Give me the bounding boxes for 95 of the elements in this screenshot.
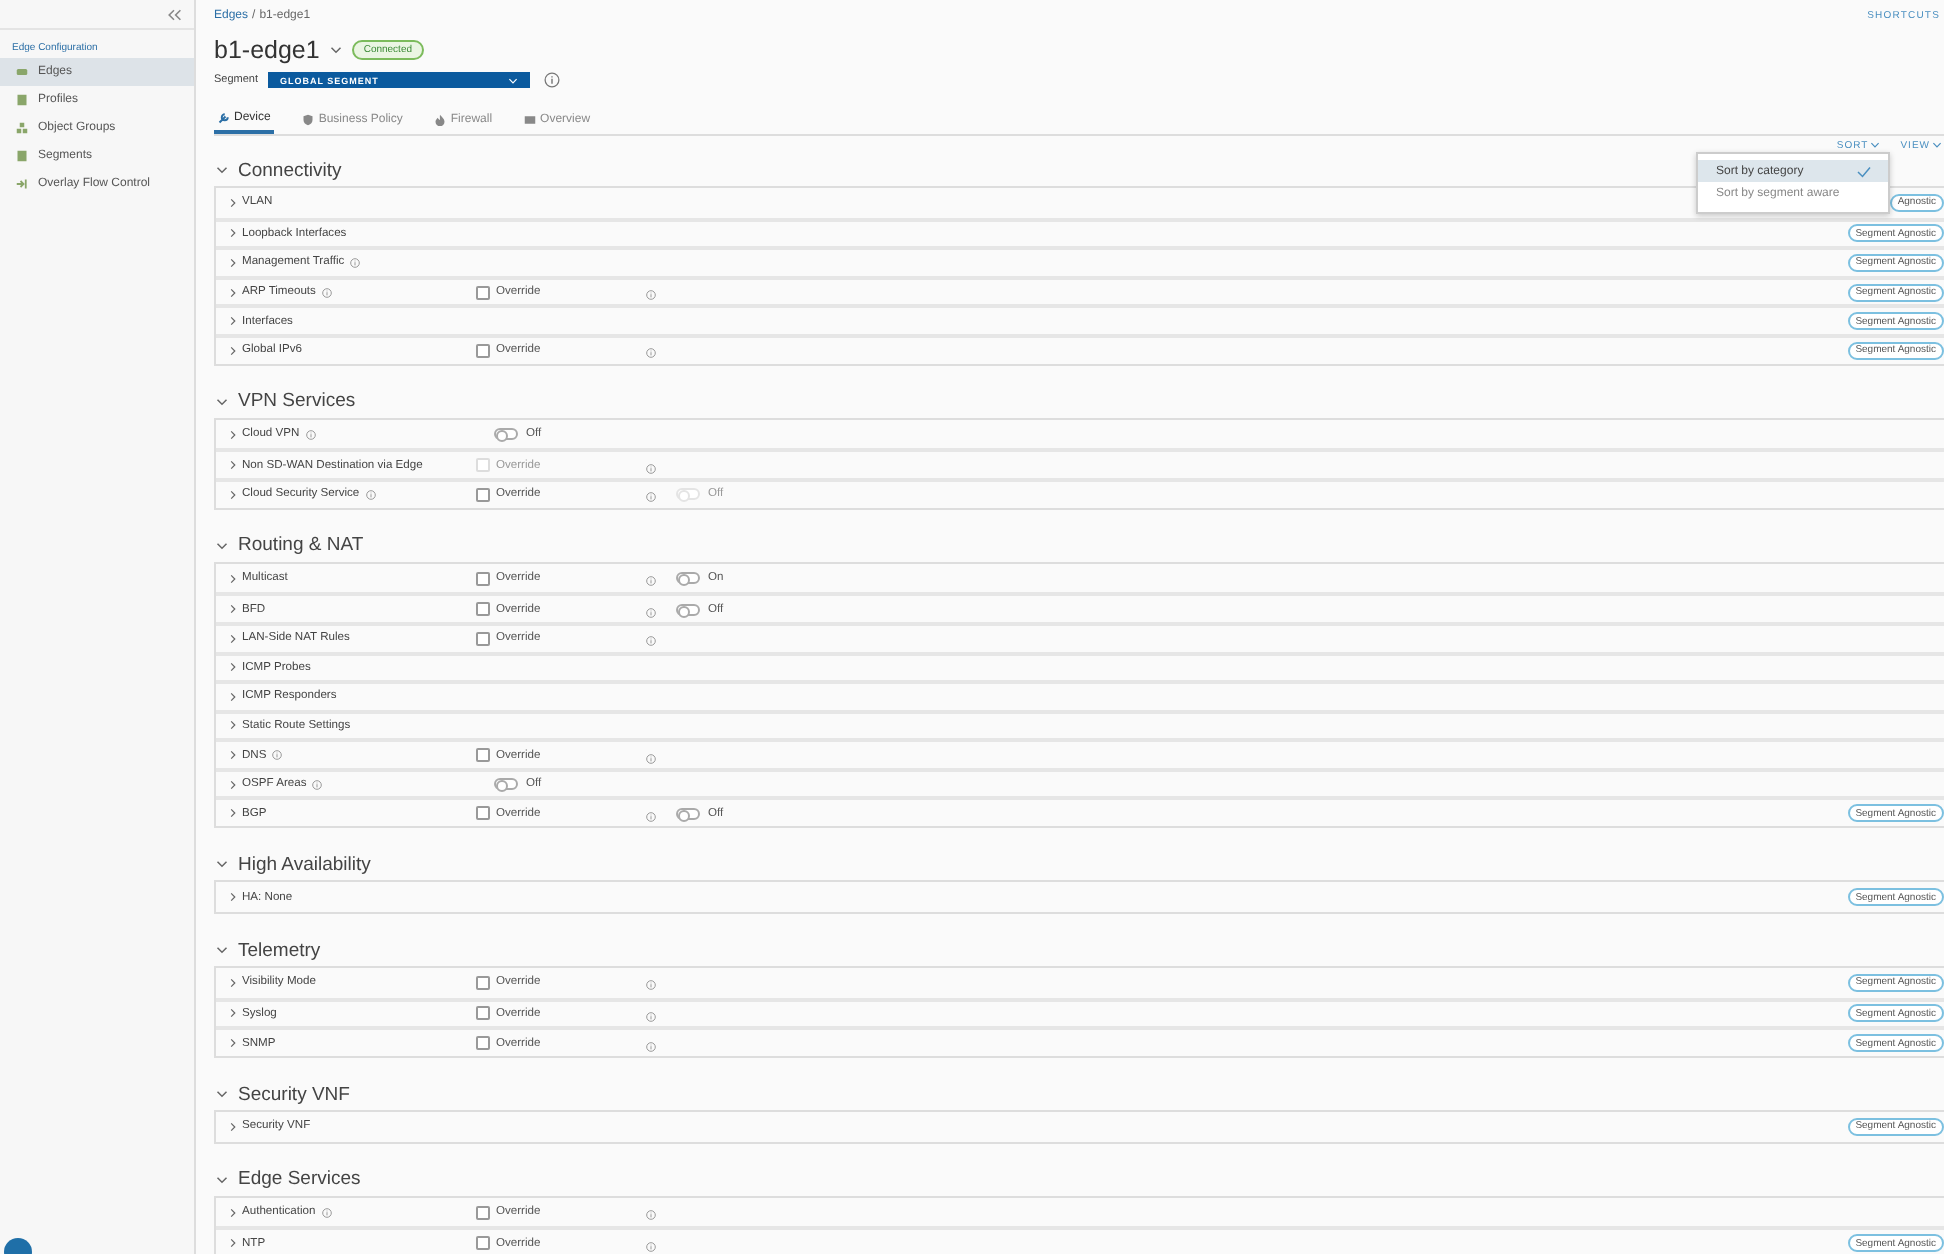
caret-icon: [1870, 142, 1881, 148]
chevron-icon: [230, 316, 236, 327]
chevron-icon: [230, 633, 236, 644]
override-checkbox[interactable]: [476, 285, 490, 300]
info-icon[interactable]: [544, 72, 561, 88]
info-icon[interactable]: [646, 1241, 656, 1252]
info-icon[interactable]: [646, 753, 656, 764]
chevron-icon[interactable]: [216, 1090, 228, 1098]
info-icon[interactable]: [272, 750, 283, 761]
override-checkbox[interactable]: [476, 602, 490, 617]
override-checkbox[interactable]: [476, 1036, 490, 1051]
info-icon[interactable]: [646, 348, 656, 359]
info-icon[interactable]: [365, 489, 376, 500]
chevron-icon: [230, 228, 236, 239]
override-checkbox[interactable]: [476, 748, 490, 763]
flame-icon: [434, 114, 447, 126]
override-checkbox[interactable]: [476, 975, 490, 990]
section-title: High Availability: [238, 853, 371, 876]
info-icon[interactable]: [321, 287, 332, 298]
info-icon[interactable]: [646, 607, 656, 618]
info-icon[interactable]: [305, 429, 316, 440]
info-icon[interactable]: [312, 779, 323, 790]
document-icon: [16, 150, 28, 162]
chevron-icon: [230, 1038, 236, 1049]
section-title: Security VNF: [238, 1083, 350, 1105]
info-icon[interactable]: [646, 1041, 656, 1052]
toggle-switch[interactable]: [676, 807, 700, 820]
info-icon[interactable]: [646, 636, 656, 647]
chevron-icon: [230, 573, 236, 584]
override-checkbox[interactable]: [476, 487, 490, 502]
chevron-icon: [230, 460, 236, 471]
chevron-icon: [230, 1121, 236, 1132]
chevron-icon: [230, 977, 236, 988]
info-icon[interactable]: [646, 1210, 656, 1221]
chevron-icon[interactable]: [216, 166, 228, 174]
section-title: Edge Services: [238, 1168, 361, 1191]
caret-icon: [1932, 142, 1942, 148]
checkmark-icon: [1856, 165, 1872, 177]
wrench-icon: [218, 112, 230, 124]
override-checkbox[interactable]: [476, 1006, 490, 1021]
toggle-switch[interactable]: [494, 428, 518, 441]
chevron-icon: [230, 257, 236, 268]
info-icon[interactable]: [646, 290, 656, 301]
chevron-icon[interactable]: [216, 1175, 228, 1184]
override-checkbox[interactable]: [476, 806, 490, 821]
override-checkbox[interactable]: [476, 571, 490, 586]
chevron-icon: [230, 662, 236, 673]
chevron-icon: [230, 197, 236, 208]
chevron-icon: [230, 287, 236, 298]
chevron-icon: [230, 489, 236, 500]
edge-device-icon: [16, 66, 28, 78]
chevron-icon[interactable]: [216, 946, 228, 955]
info-icon[interactable]: [321, 1207, 332, 1218]
override-checkbox[interactable]: [476, 631, 490, 646]
info-icon[interactable]: [646, 492, 656, 503]
toggle-switch[interactable]: [494, 778, 518, 791]
chevron-icon: [230, 750, 236, 761]
caret-icon[interactable]: [329, 46, 342, 54]
flow-icon: [16, 178, 28, 190]
document-icon: [16, 94, 28, 106]
section-title: Telemetry: [238, 939, 321, 962]
info-icon[interactable]: [646, 980, 656, 991]
section-title: Connectivity: [238, 159, 342, 181]
chevron-icon: [230, 1238, 236, 1249]
section-title: Routing & NAT: [238, 534, 364, 557]
collapse-icon[interactable]: [166, 7, 182, 21]
toggle-switch[interactable]: [676, 603, 700, 616]
chevron-icon: [230, 345, 236, 356]
card-icon: [524, 114, 537, 126]
chevron-icon[interactable]: [216, 397, 228, 406]
edge-title: b1-edge1: [214, 36, 320, 64]
info-icon[interactable]: [350, 257, 361, 268]
section-title: VPN Services: [238, 390, 356, 413]
caret-icon: [508, 77, 519, 83]
info-icon[interactable]: [646, 811, 656, 822]
chevron-icon: [230, 808, 236, 819]
chevron-icon: [230, 429, 236, 440]
chevron-icon[interactable]: [216, 860, 228, 869]
info-icon[interactable]: [646, 576, 656, 587]
toggle-switch[interactable]: [676, 572, 700, 585]
chevron-icon: [230, 691, 236, 702]
override-checkbox[interactable]: [476, 343, 490, 358]
override-checkbox[interactable]: [476, 1236, 490, 1251]
chevron-icon: [230, 1008, 236, 1019]
chevron-icon: [230, 779, 236, 790]
group-icon: [16, 122, 28, 134]
info-icon[interactable]: [646, 463, 656, 474]
chevron-icon: [230, 720, 236, 731]
chevron-icon: [230, 604, 236, 615]
override-checkbox[interactable]: [476, 1205, 490, 1220]
chevron-icon[interactable]: [216, 541, 228, 550]
chevron-icon: [230, 1207, 236, 1218]
chevron-icon: [230, 892, 236, 903]
shield-icon: [302, 114, 315, 126]
info-icon[interactable]: [646, 1011, 656, 1022]
